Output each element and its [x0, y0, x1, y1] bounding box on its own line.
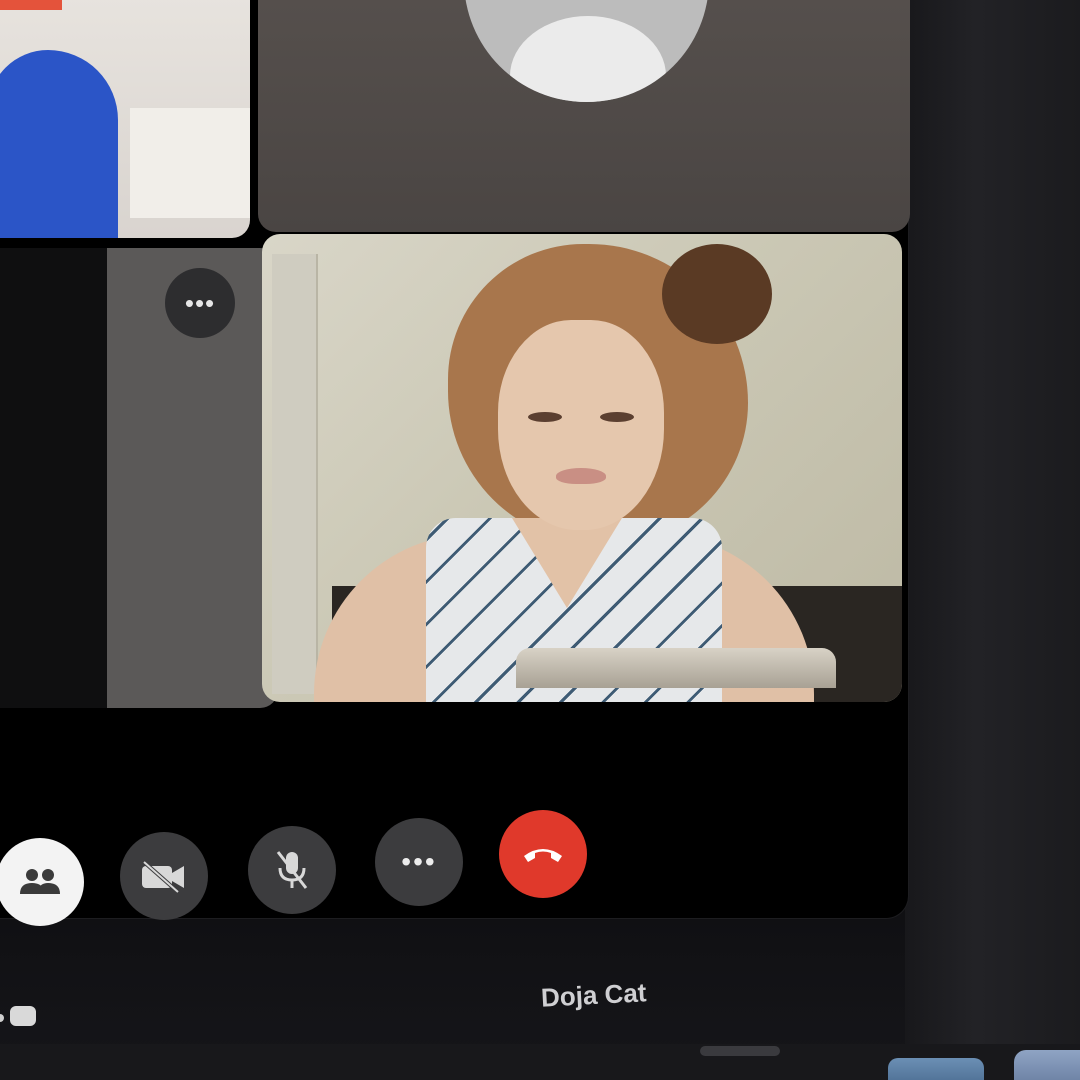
phone-hangup-icon — [524, 849, 562, 862]
participant-tile-main[interactable] — [262, 234, 902, 702]
monitor-bezel — [905, 0, 1080, 1080]
dock-app-icon[interactable] — [888, 1058, 984, 1080]
status-dot — [0, 1014, 4, 1022]
call-controls-bar: ••• — [0, 808, 620, 926]
screen-photo: ••• ••• Doja Cat — [0, 0, 1080, 1080]
participant-face — [498, 320, 664, 530]
participant-tile-middle-left[interactable] — [0, 248, 278, 708]
people-icon — [20, 869, 60, 894]
participants-button[interactable] — [0, 838, 84, 926]
participant-video-feed — [0, 50, 118, 238]
avatar-shoulders-icon — [510, 16, 666, 102]
status-indicator — [10, 1006, 36, 1026]
avatar-placeholder — [464, 0, 709, 102]
participant-hair-bun — [662, 244, 772, 344]
more-options-label: ••• — [401, 846, 437, 877]
participant-tile-top-left[interactable] — [0, 0, 250, 238]
background-door — [272, 254, 318, 694]
participant-tile-top-center[interactable] — [258, 0, 910, 232]
tile-more-options-button[interactable]: ••• — [165, 268, 235, 338]
dock-app-icon[interactable] — [1014, 1050, 1080, 1080]
dock-divider — [700, 1046, 780, 1056]
tile-more-label: ••• — [184, 287, 216, 318]
tile-background-object — [0, 0, 62, 10]
end-call-button[interactable] — [499, 810, 587, 898]
toggle-video-button[interactable] — [120, 832, 208, 920]
participant-name-label: Doja Cat — [540, 977, 648, 1013]
laptop-edge — [516, 648, 836, 688]
video-call-window: ••• ••• — [0, 0, 910, 926]
video-off-icon — [142, 860, 184, 894]
mic-off-icon — [276, 851, 308, 889]
participant-mouth — [556, 468, 606, 484]
toggle-mic-button[interactable] — [248, 826, 336, 914]
participant-right-eye — [600, 412, 634, 422]
participant-left-eye — [528, 412, 562, 422]
tile-background-wall — [130, 108, 250, 218]
more-options-button[interactable]: ••• — [375, 818, 463, 906]
